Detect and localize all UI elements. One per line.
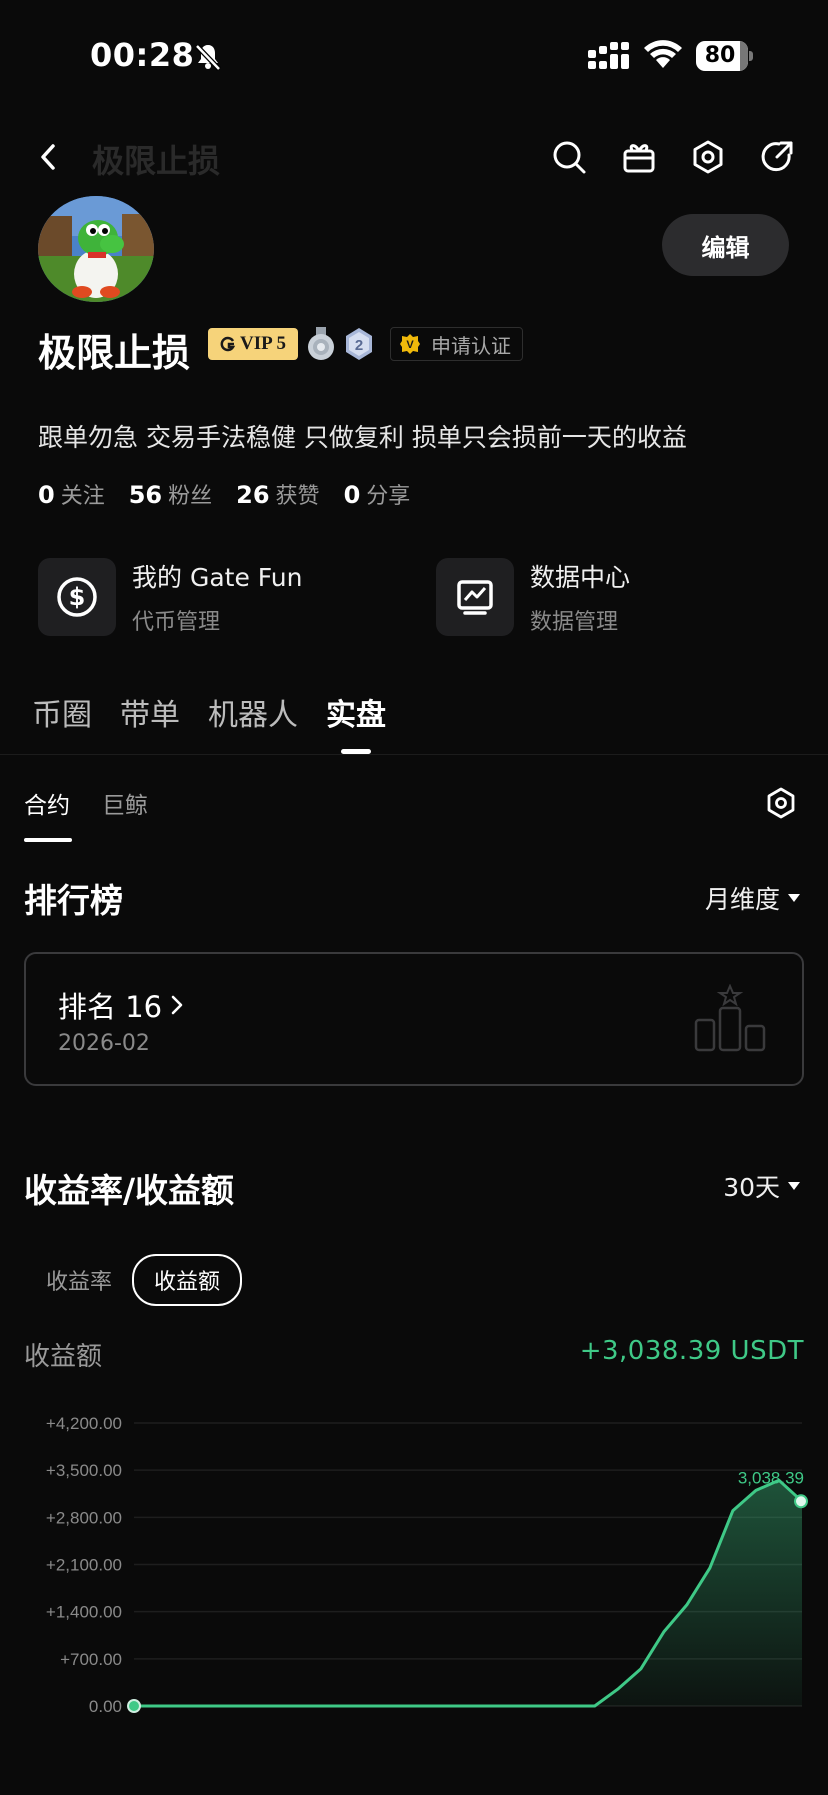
- stat-likes[interactable]: 26 获赞: [236, 478, 319, 510]
- pnl-range-label: 30天: [723, 1173, 780, 1202]
- caret-down-icon: [788, 1182, 800, 1190]
- chart-end-point: [794, 1494, 808, 1509]
- bell-muted-icon: [195, 44, 221, 71]
- chart-y-tick-label: +2,100.00: [46, 1556, 122, 1575]
- gift-icon[interactable]: [621, 139, 657, 175]
- avatar[interactable]: [38, 196, 154, 302]
- share-icon[interactable]: [759, 139, 795, 175]
- pnl-chart[interactable]: +4,200.00 +3,500.00 +2,800.00 +2,100.00 +1,4…: [0, 1400, 828, 1740]
- tab-live-trading[interactable]: 实盘: [326, 690, 386, 754]
- silver-medal-icon[interactable]: [306, 327, 336, 361]
- chart-y-tick-label: +4,200.00: [46, 1414, 122, 1433]
- edit-profile-button[interactable]: 编辑: [662, 214, 789, 276]
- subtab-futures[interactable]: 合约: [24, 786, 72, 842]
- rank-date: 2026-02: [58, 1031, 150, 1056]
- rank-label: 排名 16: [58, 990, 163, 1024]
- chart-y-tick-label: +2,800.00: [46, 1508, 122, 1527]
- pnl-section-title: 收益率/收益额: [24, 1171, 235, 1210]
- chart-end-value-label: 3,038.39: [738, 1468, 804, 1487]
- pnl-range-dropdown[interactable]: 30天: [723, 1168, 800, 1204]
- svg-text:V: V: [406, 339, 414, 351]
- pnl-value: +3,038.39 USDT: [579, 1336, 804, 1366]
- sub-tabs: 合约 巨鲸: [24, 786, 148, 842]
- gate-fun-subtitle: 代币管理: [132, 610, 221, 635]
- data-center-shortcut[interactable]: 数据中心 数据管理: [436, 558, 630, 636]
- dollar-coin-icon: $: [38, 558, 116, 636]
- apply-verification-label: 申请认证: [431, 333, 511, 358]
- back-icon[interactable]: [34, 140, 62, 174]
- wifi-icon: [644, 40, 682, 68]
- ranking-title: 排行榜: [24, 881, 123, 920]
- stat-followers[interactable]: 56 粉丝: [129, 478, 212, 510]
- profile-stats: 0 关注 56 粉丝 26 获赞 0 分享: [38, 478, 410, 510]
- chart-y-tick-label: +1,400.00: [46, 1603, 122, 1622]
- ranking-period-label: 月维度: [704, 885, 780, 914]
- chart-start-point: [127, 1699, 141, 1713]
- apply-verification-button[interactable]: V 申请认证: [390, 327, 523, 361]
- tabs-divider: [0, 754, 828, 755]
- caret-down-icon: [788, 894, 800, 902]
- data-center-title: 数据中心: [530, 563, 631, 592]
- stat-shares[interactable]: 0 分享: [344, 478, 411, 510]
- tab-crypto[interactable]: 币圈: [32, 690, 92, 754]
- vip-badge[interactable]: VIP 5: [208, 328, 298, 360]
- main-tabs: 币圈 带单 机器人 实盘: [32, 690, 386, 754]
- battery-icon: 80: [696, 41, 754, 71]
- level-number: 2: [355, 337, 363, 354]
- subtab-whale[interactable]: 巨鲸: [102, 786, 148, 842]
- chevron-right-icon: [171, 995, 183, 1015]
- search-icon[interactable]: [551, 139, 587, 175]
- username: 极限止损: [38, 331, 191, 375]
- profile-bio: 跟单勿急 交易手法稳健 只做复利 损单只会损前一天的收益: [38, 423, 687, 452]
- tab-bots[interactable]: 机器人: [208, 690, 298, 754]
- signal-icon: [588, 42, 629, 69]
- chart-y-tick-label: +3,500.00: [46, 1461, 122, 1480]
- ranking-period-dropdown[interactable]: 月维度: [705, 880, 800, 916]
- pnl-toggle: 收益率 收益额: [46, 1254, 243, 1306]
- gate-fun-title: 我的 Gate Fun: [132, 563, 303, 592]
- ranking-card[interactable]: 排名 16 2026-02: [24, 952, 804, 1086]
- podium-icon: [694, 984, 766, 1052]
- tab-copy-trading[interactable]: 带单: [120, 690, 180, 754]
- filter-settings-icon[interactable]: [764, 786, 798, 820]
- level-badge-icon[interactable]: 2: [344, 327, 374, 361]
- chart-y-tick-label: +700.00: [60, 1650, 122, 1669]
- battery-level: 80: [704, 43, 736, 68]
- svg-text:$: $: [69, 583, 86, 611]
- header-title: 极限止损: [92, 142, 221, 180]
- chart-y-tick-label: 0.00: [89, 1697, 122, 1716]
- pnl-label: 收益额: [24, 1342, 103, 1372]
- chart-monitor-icon: [436, 558, 514, 636]
- toggle-profit-amount[interactable]: 收益额: [132, 1254, 243, 1306]
- toggle-return-rate[interactable]: 收益率: [46, 1264, 112, 1296]
- stat-following[interactable]: 0 关注: [38, 478, 105, 510]
- verified-v-icon: V: [400, 334, 420, 354]
- gate-fun-shortcut[interactable]: $ 我的 Gate Fun 代币管理: [38, 558, 302, 636]
- settings-icon[interactable]: [690, 139, 726, 175]
- vip-label: VIP 5: [240, 333, 286, 354]
- data-center-subtitle: 数据管理: [530, 610, 619, 635]
- vip-logo-icon: [220, 336, 236, 352]
- rank-label-row: 排名 16: [58, 984, 184, 1026]
- status-time: 00:28: [90, 36, 195, 74]
- chart-area: [134, 1480, 802, 1706]
